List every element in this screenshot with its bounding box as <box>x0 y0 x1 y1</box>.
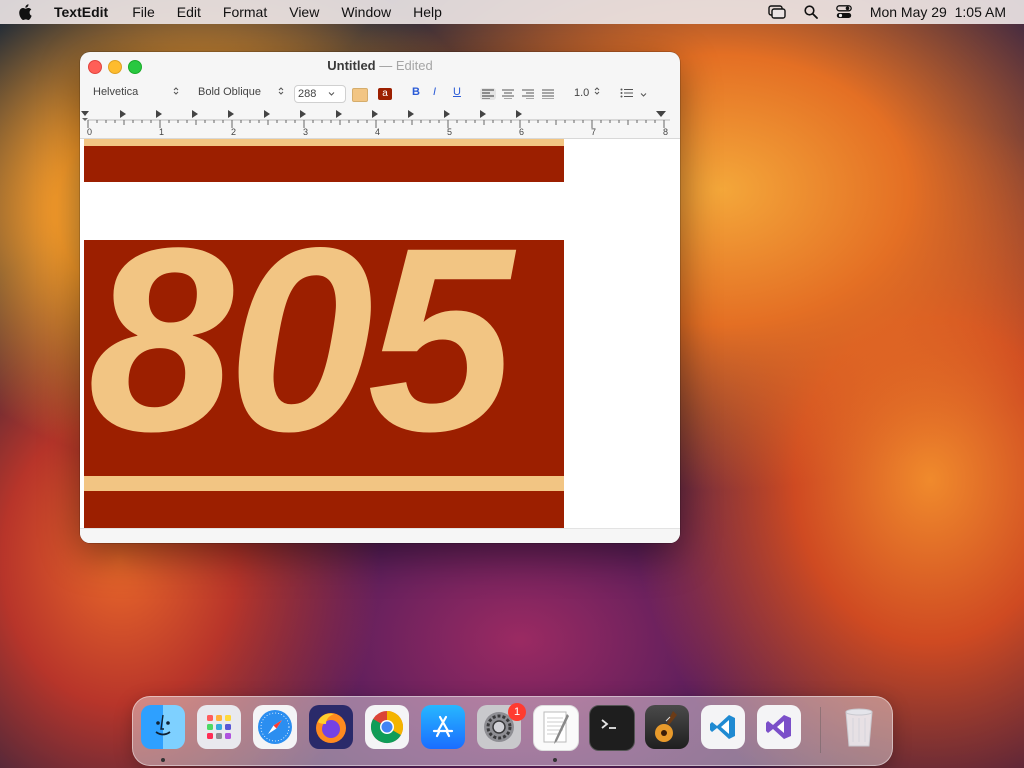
bold-button[interactable]: B <box>412 86 420 98</box>
vscode-icon[interactable] <box>701 705 745 749</box>
menu-file[interactable]: File <box>132 4 155 20</box>
format-toolbar: Helvetica Bold Oblique 288 a B I U 1.0 <box>80 82 680 106</box>
garageband-icon[interactable] <box>645 705 689 749</box>
screen-mirroring-icon[interactable] <box>768 5 786 19</box>
document-name: Untitled <box>327 58 376 73</box>
menu-view[interactable]: View <box>289 4 319 20</box>
font-size-value: 288 <box>298 88 317 100</box>
font-family-popup[interactable]: Helvetica <box>93 86 183 98</box>
highlighted-line-bottom <box>84 491 564 529</box>
document-text-area[interactable]: 805 <box>80 139 680 529</box>
menu-app-name[interactable]: TextEdit <box>54 4 108 20</box>
visual-studio-icon[interactable] <box>757 705 801 749</box>
menu-bar: TextEdit File Edit Format View Window He… <box>0 0 1024 24</box>
apple-menu-icon[interactable] <box>18 4 36 20</box>
font-style-label: Bold Oblique <box>198 86 261 98</box>
highlight-strip-top <box>84 139 564 146</box>
textedit-icon[interactable] <box>533 705 579 751</box>
list-chevron-icon <box>640 89 647 101</box>
highlight-color-well[interactable] <box>352 88 368 102</box>
ruler-mark-7: 7 <box>591 127 597 137</box>
settings-notification-badge: 1 <box>508 703 526 721</box>
font-family-label: Helvetica <box>93 86 139 98</box>
terminal-icon[interactable] <box>589 705 635 751</box>
align-center-icon[interactable] <box>502 89 514 99</box>
menu-edit[interactable]: Edit <box>177 4 201 20</box>
textedit-window: Untitled — Edited Helvetica Bold Oblique… <box>80 52 680 543</box>
app-store-icon[interactable] <box>421 705 465 749</box>
document-big-text: 805 <box>88 193 513 486</box>
menu-format[interactable]: Format <box>223 4 267 20</box>
finder-running-indicator <box>161 758 165 762</box>
ruler-mark-2: 2 <box>231 127 237 137</box>
chrome-icon[interactable] <box>365 705 409 749</box>
line-spacing-stepper-icon <box>594 86 600 99</box>
dock-divider <box>820 707 821 753</box>
font-size-combo[interactable]: 288 <box>294 85 346 103</box>
safari-icon[interactable] <box>253 705 297 749</box>
font-size-chevron-icon <box>328 88 335 100</box>
line-spacing-value: 1.0 <box>574 86 590 99</box>
underline-button[interactable]: U <box>453 86 461 98</box>
highlighted-line-top <box>84 146 564 182</box>
window-bottom-strip <box>80 528 680 543</box>
menu-clock[interactable]: Mon May 29 1:05 AM <box>870 4 1006 20</box>
ruler-mark-1: 1 <box>159 127 165 137</box>
spotlight-search-icon[interactable] <box>804 5 818 19</box>
menu-help[interactable]: Help <box>413 4 442 20</box>
window-title: Untitled — Edited <box>80 58 680 73</box>
line-spacing-popup[interactable]: 1.0 <box>574 86 600 99</box>
launchpad-icon[interactable] <box>197 705 241 749</box>
align-right-icon[interactable] <box>522 89 534 99</box>
font-family-stepper-icon <box>173 86 179 99</box>
control-center-icon[interactable] <box>835 5 852 19</box>
ruler-mark-5: 5 <box>447 127 453 137</box>
menu-window[interactable]: Window <box>341 4 391 20</box>
font-style-popup[interactable]: Bold Oblique <box>198 86 288 98</box>
ruler-mark-3: 3 <box>303 127 309 137</box>
ruler-mark-0: 0 <box>87 127 93 137</box>
textedit-running-indicator <box>553 758 557 762</box>
italic-button[interactable]: I <box>433 86 436 98</box>
title-separator: — <box>379 58 393 73</box>
ruler[interactable]: 0 1 2 3 4 5 6 7 8 <box>80 108 680 139</box>
firefox-icon[interactable] <box>309 705 353 749</box>
justify-icon[interactable] <box>542 89 554 99</box>
text-color-well[interactable]: a <box>378 88 392 100</box>
font-style-stepper-icon <box>278 86 284 99</box>
ruler-mark-8: 8 <box>663 127 669 137</box>
finder-icon[interactable] <box>141 705 185 749</box>
ruler-mark-4: 4 <box>375 127 381 137</box>
trash-icon[interactable] <box>837 705 881 749</box>
edited-status: Edited <box>395 58 433 73</box>
list-style-popup[interactable] <box>620 88 647 101</box>
dock: 1 <box>132 696 893 766</box>
bullet-list-icon <box>620 88 634 101</box>
align-left-icon[interactable] <box>480 88 496 100</box>
title-bar[interactable]: Untitled — Edited <box>80 52 680 80</box>
ruler-mark-6: 6 <box>519 127 525 137</box>
